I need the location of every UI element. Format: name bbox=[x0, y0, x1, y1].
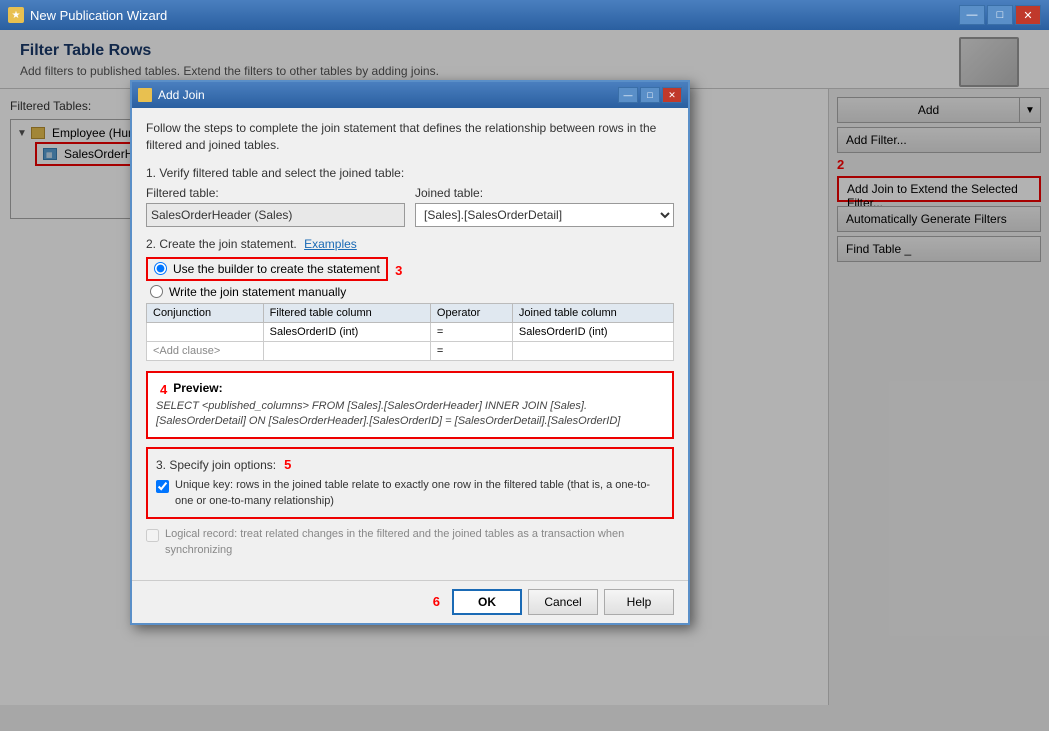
tables-row: Filtered table: Joined table: [Sales].[S… bbox=[146, 186, 674, 227]
step-5-label: 5 bbox=[284, 457, 291, 472]
preview-label: Preview: bbox=[173, 381, 222, 395]
add-join-dialog: Add Join — □ ✕ Follow the steps to compl… bbox=[130, 80, 690, 625]
col-operator: Operator bbox=[430, 303, 512, 322]
window-controls: — □ ✕ bbox=[959, 5, 1041, 25]
cell-conjunction-1 bbox=[147, 322, 264, 341]
step1-header: 1. Verify filtered table and select the … bbox=[146, 166, 674, 180]
logical-record-label: Logical record: treat related changes in… bbox=[165, 527, 674, 558]
radio1-container: Use the builder to create the statement … bbox=[146, 257, 674, 281]
logical-record-section: Logical record: treat related changes in… bbox=[146, 527, 674, 558]
dialog-controls: — □ ✕ bbox=[618, 87, 682, 103]
preview-text: SELECT <published_columns> FROM [Sales].… bbox=[156, 399, 664, 430]
unique-key-checkbox[interactable] bbox=[156, 480, 169, 493]
joined-table-select[interactable]: [Sales].[SalesOrderDetail] [Sales].[Sale… bbox=[415, 203, 674, 227]
step-3-label: 3 bbox=[395, 263, 402, 278]
help-button[interactable]: Help bbox=[604, 589, 674, 615]
step-4-label: 4 bbox=[160, 382, 167, 397]
table-row[interactable]: <Add clause> = bbox=[147, 341, 674, 360]
dialog-close-button[interactable]: ✕ bbox=[662, 87, 682, 103]
dialog-footer: 6 OK Cancel Help bbox=[132, 580, 688, 623]
dialog-titlebar-left: Add Join bbox=[138, 88, 205, 102]
window-title: New Publication Wizard bbox=[30, 8, 167, 23]
maximize-button[interactable]: □ bbox=[987, 5, 1013, 25]
cell-joined-col-2 bbox=[512, 341, 673, 360]
table-row: SalesOrderID (int) = SalesOrderID (int) bbox=[147, 322, 674, 341]
cell-filtered-col-2 bbox=[263, 341, 430, 360]
join-table: Conjunction Filtered table column Operat… bbox=[146, 303, 674, 361]
cancel-button[interactable]: Cancel bbox=[528, 589, 598, 615]
cell-operator-1: = bbox=[430, 322, 512, 341]
unique-key-label: Unique key: rows in the joined table rel… bbox=[175, 478, 664, 509]
filtered-table-input[interactable] bbox=[146, 203, 405, 227]
unique-key-checkbox-item: Unique key: rows in the joined table rel… bbox=[156, 478, 664, 509]
cell-conjunction-2[interactable]: <Add clause> bbox=[147, 341, 264, 360]
dialog-maximize-button[interactable]: □ bbox=[640, 87, 660, 103]
options-section: 3. Specify join options: 5 Unique key: r… bbox=[146, 447, 674, 519]
col-joined-col: Joined table column bbox=[512, 303, 673, 322]
close-button[interactable]: ✕ bbox=[1015, 5, 1041, 25]
col-filtered-col: Filtered table column bbox=[263, 303, 430, 322]
dialog-icon bbox=[138, 88, 152, 102]
dialog-intro: Follow the steps to complete the join st… bbox=[146, 120, 674, 154]
joined-table-col: Joined table: [Sales].[SalesOrderDetail]… bbox=[415, 186, 674, 227]
step2-header: 2. Create the join statement. Examples bbox=[146, 237, 674, 251]
dialog-body: Follow the steps to complete the join st… bbox=[132, 108, 688, 580]
cell-operator-2: = bbox=[430, 341, 512, 360]
step2-section: 2. Create the join statement. Examples U… bbox=[146, 237, 674, 361]
examples-link[interactable]: Examples bbox=[304, 237, 357, 251]
radio2-label: Write the join statement manually bbox=[169, 285, 346, 299]
radio-group: Use the builder to create the statement … bbox=[146, 257, 674, 299]
minimize-button[interactable]: — bbox=[959, 5, 985, 25]
step3-label: 3. Specify join options: bbox=[156, 458, 276, 472]
radio1-label: Use the builder to create the statement bbox=[173, 262, 380, 276]
radio1-highlight: Use the builder to create the statement bbox=[146, 257, 388, 281]
step1-section: 1. Verify filtered table and select the … bbox=[146, 166, 674, 227]
main-window: Filter Table Rows Add filters to publish… bbox=[0, 30, 1049, 731]
col-conjunction: Conjunction bbox=[147, 303, 264, 322]
app-icon: ★ bbox=[8, 7, 24, 23]
dialog-minimize-button[interactable]: — bbox=[618, 87, 638, 103]
dialog-title: Add Join bbox=[158, 88, 205, 102]
logical-record-checkbox bbox=[146, 529, 159, 542]
step3-header-row: 3. Specify join options: 5 bbox=[156, 457, 664, 472]
ok-button[interactable]: OK bbox=[452, 589, 522, 615]
title-bar-left: ★ New Publication Wizard bbox=[8, 7, 167, 23]
preview-header-row: 4 Preview: bbox=[156, 381, 664, 399]
dialog-titlebar: Add Join — □ ✕ bbox=[132, 82, 688, 108]
filtered-table-col: Filtered table: bbox=[146, 186, 405, 227]
title-bar: ★ New Publication Wizard — □ ✕ bbox=[0, 0, 1049, 30]
cell-filtered-col-1: SalesOrderID (int) bbox=[263, 322, 430, 341]
radio2-container[interactable]: Write the join statement manually bbox=[146, 285, 674, 299]
radio-builder[interactable] bbox=[154, 262, 167, 275]
filtered-table-label: Filtered table: bbox=[146, 186, 405, 200]
cell-joined-col-1: SalesOrderID (int) bbox=[512, 322, 673, 341]
step-6-label: 6 bbox=[433, 594, 440, 609]
joined-table-label: Joined table: bbox=[415, 186, 674, 200]
logical-record-checkbox-item: Logical record: treat related changes in… bbox=[146, 527, 674, 558]
preview-section: 4 Preview: SELECT <published_columns> FR… bbox=[146, 371, 674, 440]
radio-manual[interactable] bbox=[150, 285, 163, 298]
dialog-overlay: Add Join — □ ✕ Follow the steps to compl… bbox=[0, 30, 1049, 731]
